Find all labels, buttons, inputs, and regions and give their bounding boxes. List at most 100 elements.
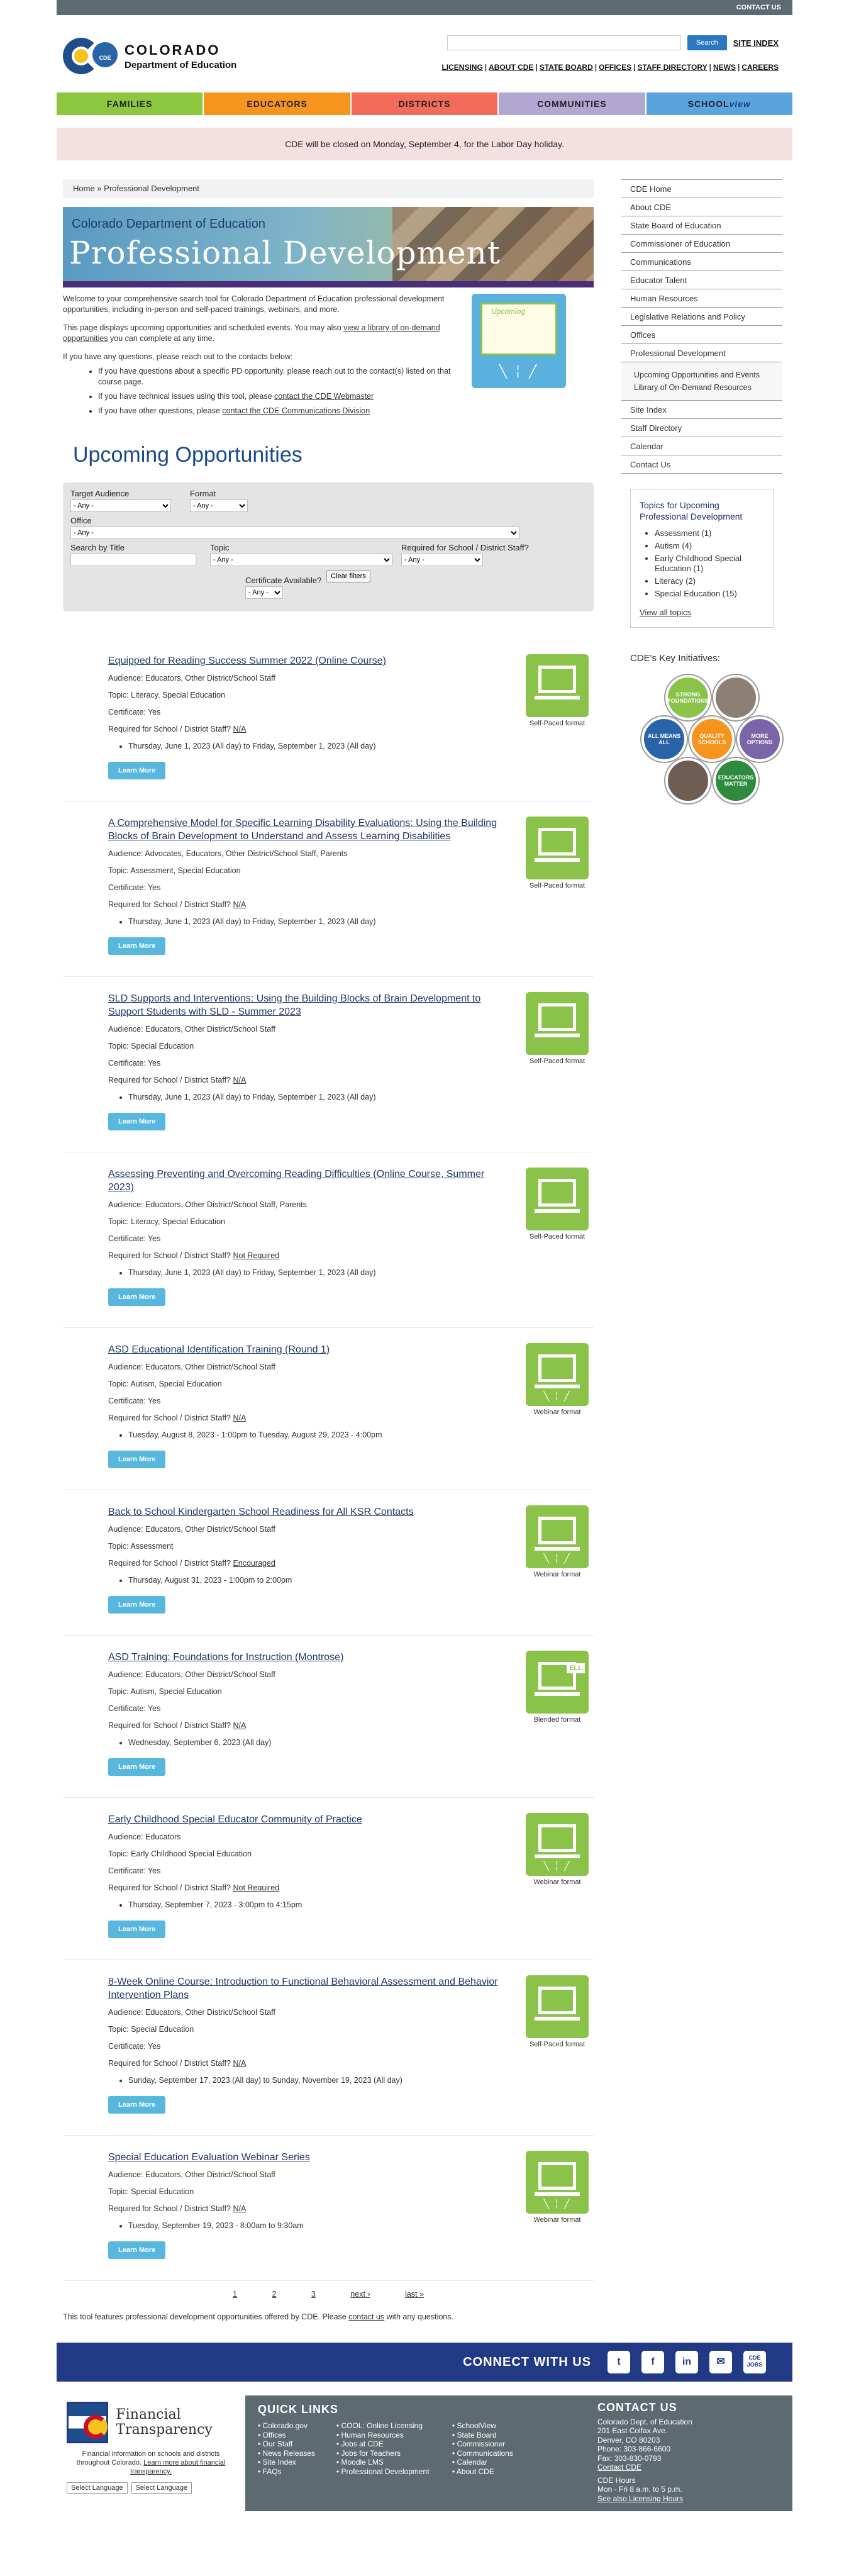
quick-link[interactable]: Professional Development [336,2467,431,2477]
licensing-hours-link[interactable]: See also Licensing Hours [597,2494,683,2503]
cde-logo[interactable]: CDE COLORADO Department of Education [63,38,236,74]
search-button[interactable]: Search [687,35,727,50]
pager-last[interactable]: last » [405,2290,424,2299]
certificate-select[interactable]: - Any - [245,586,283,599]
quick-link[interactable]: Calendar [452,2458,513,2467]
nav-educators[interactable]: EDUCATORS [204,92,352,115]
event-required-value[interactable]: N/A [233,900,246,909]
learn-more-button[interactable]: Learn More [108,1921,166,1938]
learn-more-button[interactable]: Learn More [108,1758,166,1776]
event-required-value[interactable]: Not Required [233,1883,279,1892]
clear-filters-button[interactable]: Clear filters [326,570,370,583]
pager-3[interactable]: 3 [311,2290,316,2299]
event-title-link[interactable]: Equipped for Reading Success Summer 2022… [108,654,511,667]
sidenav-item[interactable]: Staff Directory [621,419,782,437]
event-required-value[interactable]: N/A [233,2204,246,2213]
topic-item[interactable]: Literacy (2) [655,576,764,586]
topic-item[interactable]: Autism (4) [655,541,764,551]
quick-link[interactable]: Jobs at CDE [336,2439,431,2449]
event-title-link[interactable]: Back to School Kindergarten School Readi… [108,1505,511,1519]
initiative-educators-matter[interactable]: EDUCATORS MATTER [713,758,758,803]
initiative-more-options[interactable]: MORE OPTIONS [737,716,782,762]
initiative-quality-schools[interactable]: QUALITY SCHOOLS [689,716,735,762]
sidenav-item[interactable]: Contact Us [621,455,782,474]
event-required-value[interactable]: N/A [233,1721,246,1730]
communications-link[interactable]: contact the CDE Communications Division [222,406,370,415]
language-select-1[interactable]: Select Language [67,2482,128,2494]
sidenav-item[interactable]: Professional Development [621,344,782,362]
util-about[interactable]: ABOUT CDE [489,63,533,72]
learn-more-button[interactable]: Learn More [108,2096,166,2114]
email-icon[interactable]: ✉ [709,2351,732,2373]
sidenav-item[interactable]: Commissioner of Education [621,235,782,253]
learn-more-button[interactable]: Learn More [108,762,166,779]
view-all-topics-link[interactable]: View all topics [640,608,764,617]
nav-schoolview[interactable]: SCHOOLview [646,92,793,115]
util-news[interactable]: NEWS [713,63,736,72]
util-licensing[interactable]: LICENSING [441,63,482,72]
sidenav-item[interactable]: Human Resources [621,289,782,308]
topic-item[interactable]: Special Education (15) [655,589,764,599]
event-required-value[interactable]: N/A [233,1413,246,1422]
quick-link[interactable]: Moodle LMS [336,2458,431,2467]
sidenav-item[interactable]: Educator Talent [621,271,782,289]
quick-link[interactable]: Offices [258,2431,315,2440]
search-title-input[interactable] [70,554,196,566]
learn-more-button[interactable]: Learn More [108,937,166,955]
office-select[interactable]: - Any - [70,527,519,539]
facebook-icon[interactable]: f [641,2351,664,2373]
util-staff-directory[interactable]: STAFF DIRECTORY [637,63,707,72]
event-title-link[interactable]: A Comprehensive Model for Specific Learn… [108,817,511,843]
format-select[interactable]: - Any - [190,499,248,512]
nav-communities[interactable]: COMMUNITIES [499,92,646,115]
quick-link[interactable]: Site Index [258,2458,315,2467]
event-title-link[interactable]: Special Education Evaluation Webinar Ser… [108,2151,511,2164]
quick-link[interactable]: Our Staff [258,2439,315,2449]
linkedin-icon[interactable]: in [675,2351,698,2373]
site-index-link[interactable]: SITE INDEX [733,38,779,48]
sidenav-item[interactable]: Communications [621,253,782,271]
ft-learn-more-link[interactable]: Learn more about financial transparency. [130,2459,225,2475]
target-audience-select[interactable]: - Any - [70,499,171,512]
quick-link[interactable]: SchoolView [452,2421,513,2431]
event-required-value[interactable]: N/A [233,1076,246,1084]
sidenav-item[interactable]: About CDE [621,198,782,216]
event-title-link[interactable]: ASD Educational Identification Training … [108,1343,511,1356]
sidenav-subitem[interactable]: Upcoming Opportunities and Events [634,369,770,381]
learn-more-button[interactable]: Learn More [108,1451,166,1468]
quick-link[interactable]: News Releases [258,2449,315,2458]
pager-2[interactable]: 2 [272,2290,276,2299]
util-offices[interactable]: OFFICES [599,63,631,72]
quick-link[interactable]: State Board [452,2431,513,2440]
sidenav-item[interactable]: Legislative Relations and Policy [621,308,782,326]
quick-link[interactable]: FAQs [258,2467,315,2477]
quick-link[interactable]: Jobs for Teachers [336,2449,431,2458]
quick-link[interactable]: About CDE [452,2467,513,2477]
required-select[interactable]: - Any - [401,554,483,566]
event-title-link[interactable]: Assessing Preventing and Overcoming Read… [108,1168,511,1194]
quick-link[interactable]: Communications [452,2449,513,2458]
sidenav-item[interactable]: CDE Home [621,180,782,198]
event-title-link[interactable]: ASD Training: Foundations for Instructio… [108,1651,511,1664]
sidenav-item[interactable]: State Board of Education [621,216,782,235]
nav-families[interactable]: FAMILIES [57,92,204,115]
quick-link[interactable]: Human Resources [336,2431,431,2440]
initiative-all-means-all[interactable]: ALL MEANS ALL [641,716,687,762]
quick-link[interactable]: COOL: Online Licensing [336,2421,431,2431]
topic-item[interactable]: Early Childhood Special Education (1) [655,554,764,574]
sidenav-subitem[interactable]: Library of On-Demand Resources [634,381,770,394]
topic-item[interactable]: Assessment (1) [655,528,764,538]
event-title-link[interactable]: 8-Week Online Course: Introduction to Fu… [108,1975,511,2002]
twitter-icon[interactable]: t [608,2351,630,2373]
contact-us-link[interactable]: CONTACT US [736,4,781,11]
search-input[interactable] [447,35,681,50]
breadcrumb-home[interactable]: Home [73,184,95,193]
topic-select[interactable]: - Any - [210,554,392,566]
quick-link[interactable]: Commissioner [452,2439,513,2449]
learn-more-button[interactable]: Learn More [108,1113,166,1130]
event-required-value[interactable]: N/A [233,2059,246,2068]
cde-jobs-icon[interactable]: CDE JOBS [743,2351,766,2373]
pager-next[interactable]: next › [350,2290,370,2299]
initiative-strong-foundations[interactable]: STRONG FOUNDATIONS [665,675,711,720]
util-careers[interactable]: CAREERS [741,63,779,72]
